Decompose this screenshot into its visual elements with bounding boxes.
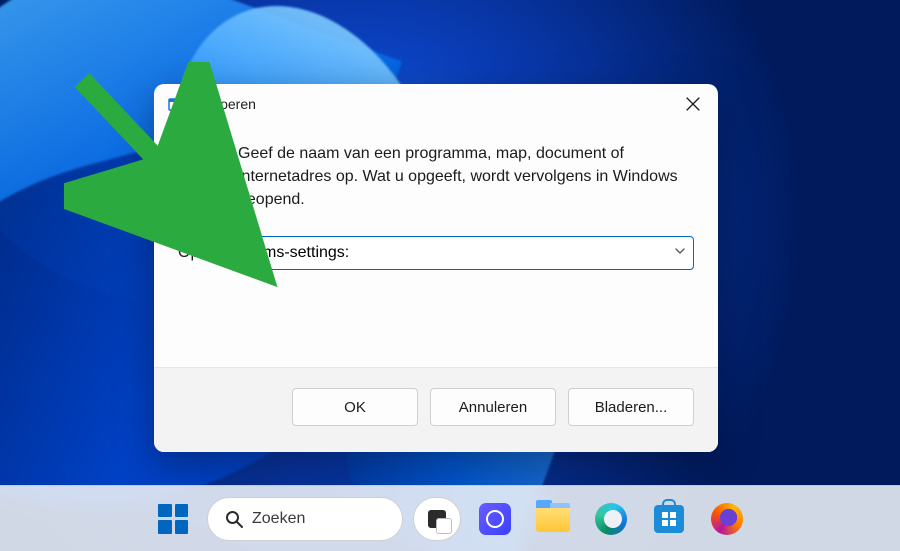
taskbar-search[interactable]: Zoeken bbox=[207, 497, 403, 541]
taskbar-app-store[interactable] bbox=[645, 495, 693, 543]
taskbar: Zoeken bbox=[0, 485, 900, 551]
close-button[interactable] bbox=[670, 84, 716, 124]
taskbar-app-chat[interactable] bbox=[471, 495, 519, 543]
titlebar: Uitvoeren bbox=[154, 84, 718, 124]
run-dialog: Uitvoeren Geef de naam van een programma… bbox=[154, 84, 718, 452]
taskbar-app-explorer[interactable] bbox=[529, 495, 577, 543]
open-input[interactable] bbox=[252, 236, 694, 270]
run-icon bbox=[178, 148, 222, 192]
chat-icon bbox=[479, 503, 511, 535]
dialog-title: Uitvoeren bbox=[196, 96, 670, 112]
open-combobox[interactable] bbox=[252, 236, 694, 270]
task-view-button[interactable] bbox=[413, 497, 461, 541]
edge-icon bbox=[595, 503, 627, 535]
task-view-icon bbox=[428, 510, 446, 528]
store-icon bbox=[654, 505, 684, 533]
ok-button[interactable]: OK bbox=[292, 388, 418, 426]
taskbar-app-edge[interactable] bbox=[587, 495, 635, 543]
search-label: Zoeken bbox=[252, 510, 305, 528]
dialog-footer: OK Annuleren Bladeren... bbox=[154, 367, 718, 452]
search-icon bbox=[224, 509, 244, 529]
taskbar-app-firefox[interactable] bbox=[703, 495, 751, 543]
firefox-icon bbox=[711, 503, 743, 535]
windows-logo-icon bbox=[158, 504, 188, 534]
open-label: Openen: bbox=[178, 244, 244, 262]
start-button[interactable] bbox=[149, 495, 197, 543]
instruction-text: Geef de naam van een programma, map, doc… bbox=[238, 142, 694, 212]
file-explorer-icon bbox=[536, 506, 570, 532]
run-window-icon bbox=[168, 95, 186, 113]
close-icon bbox=[686, 97, 700, 111]
browse-button[interactable]: Bladeren... bbox=[568, 388, 694, 426]
dialog-body: Geef de naam van een programma, map, doc… bbox=[154, 124, 718, 367]
cancel-button[interactable]: Annuleren bbox=[430, 388, 556, 426]
